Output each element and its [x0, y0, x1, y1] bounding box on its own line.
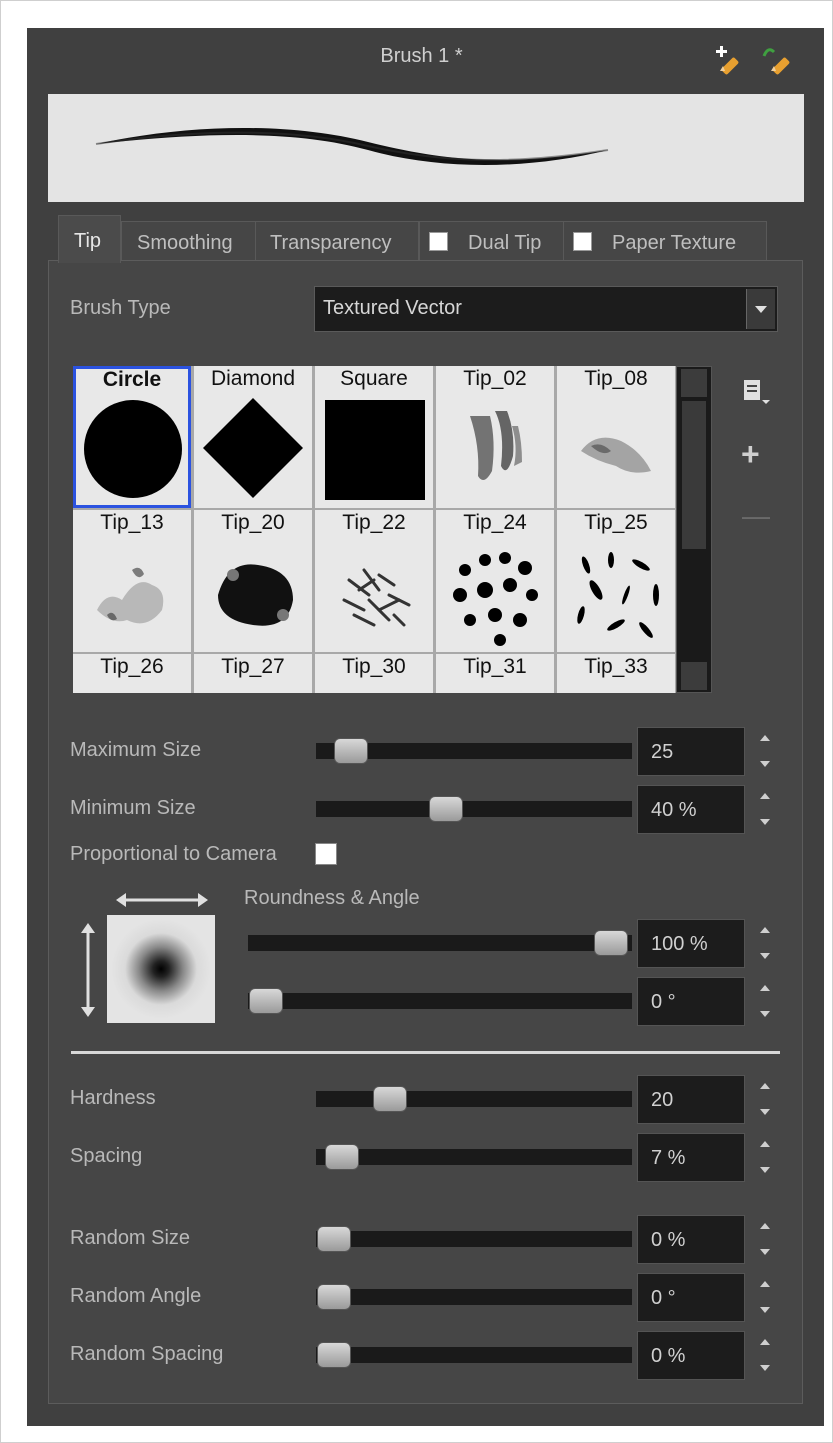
- slider-handle[interactable]: [373, 1086, 407, 1112]
- slider-handle[interactable]: [594, 930, 628, 956]
- minimum-size-stepper[interactable]: [756, 789, 774, 829]
- tip-22[interactable]: Tip_22: [315, 510, 433, 652]
- tip-menu-icon[interactable]: [742, 378, 772, 406]
- section-divider: [71, 1051, 780, 1054]
- scroll-up-arrow-icon[interactable]: [681, 369, 707, 397]
- random-angle-slider[interactable]: [316, 1284, 632, 1310]
- random-spacing-label: Random Spacing: [70, 1343, 224, 1365]
- brush-type-label: Brush Type: [70, 297, 171, 319]
- new-brush-icon[interactable]: [711, 44, 745, 78]
- horizontal-arrow-icon: [116, 891, 208, 914]
- tip-13[interactable]: Tip_13: [73, 510, 191, 652]
- roundness-stepper[interactable]: [756, 923, 774, 963]
- random-angle-stepper[interactable]: [756, 1277, 774, 1317]
- brush-type-dropdown[interactable]: Textured Vector: [314, 286, 778, 332]
- tab-transparency[interactable]: Transparency: [255, 221, 419, 261]
- tip-08[interactable]: Tip_08: [557, 366, 675, 508]
- slider-handle[interactable]: [317, 1284, 351, 1310]
- tip-diamond[interactable]: Diamond: [194, 366, 312, 508]
- tip-02[interactable]: Tip_02: [436, 366, 554, 508]
- minimum-size-slider[interactable]: [316, 796, 632, 822]
- roundness-angle-preview[interactable]: [107, 915, 215, 1023]
- roundness-slider[interactable]: [248, 930, 632, 956]
- random-size-stepper[interactable]: [756, 1219, 774, 1259]
- tab-smoothing[interactable]: Smoothing: [121, 221, 256, 261]
- random-angle-label: Random Angle: [70, 1285, 202, 1307]
- proportional-to-camera-label: Proportional to Camera: [70, 843, 277, 865]
- roundness-angle-label: Roundness & Angle: [244, 887, 420, 909]
- vertical-arrow-icon: [79, 923, 97, 1022]
- tip-33[interactable]: Tip_33: [557, 654, 675, 693]
- paper-texture-checkbox[interactable]: [573, 232, 592, 251]
- tab-paper-texture[interactable]: Paper Texture: [563, 221, 767, 261]
- tip-31[interactable]: Tip_31: [436, 654, 554, 693]
- remove-tip-button[interactable]: —: [742, 500, 770, 532]
- brush-stroke-preview: [48, 94, 804, 202]
- angle-stepper[interactable]: [756, 981, 774, 1021]
- tip-grid-scrollbar[interactable]: [676, 366, 712, 693]
- random-angle-field[interactable]: 0 °: [637, 1273, 745, 1322]
- roundness-field[interactable]: 100 %: [637, 919, 745, 968]
- slider-handle[interactable]: [317, 1342, 351, 1368]
- tip-library-grid: Circle Diamond Square Tip_02 Tip_08 Tip_…: [73, 366, 676, 693]
- random-size-label: Random Size: [70, 1227, 191, 1249]
- proportional-to-camera-checkbox[interactable]: [315, 843, 337, 865]
- new-brush-from-selection-icon[interactable]: [760, 44, 794, 78]
- slider-handle[interactable]: [429, 796, 463, 822]
- spacing-stepper[interactable]: [756, 1137, 774, 1177]
- random-spacing-field[interactable]: 0 %: [637, 1331, 745, 1380]
- spacing-field[interactable]: 7 %: [637, 1133, 745, 1182]
- maximum-size-slider[interactable]: [316, 738, 632, 764]
- tip-20[interactable]: Tip_20: [194, 510, 312, 652]
- brush-title: Brush 1 *: [380, 45, 463, 67]
- tip-26[interactable]: Tip_26: [73, 654, 191, 693]
- slider-handle[interactable]: [249, 988, 283, 1014]
- random-size-slider[interactable]: [316, 1226, 632, 1252]
- angle-slider[interactable]: [248, 988, 632, 1014]
- tip-circle[interactable]: Circle: [73, 366, 191, 508]
- minimum-size-label: Minimum Size: [70, 797, 196, 819]
- spacing-label: Spacing: [70, 1145, 143, 1167]
- maximum-size-field[interactable]: 25: [637, 727, 745, 776]
- random-size-field[interactable]: 0 %: [637, 1215, 745, 1264]
- maximum-size-label: Maximum Size: [70, 739, 202, 761]
- slider-handle[interactable]: [325, 1144, 359, 1170]
- slider-handle[interactable]: [334, 738, 368, 764]
- brush-type-value: Textured Vector: [323, 297, 462, 319]
- tip-27[interactable]: Tip_27: [194, 654, 312, 693]
- angle-field[interactable]: 0 °: [637, 977, 745, 1026]
- minimum-size-field[interactable]: 40 %: [637, 785, 745, 834]
- scroll-down-arrow-icon[interactable]: [681, 662, 707, 690]
- tip-square[interactable]: Square: [315, 366, 433, 508]
- hardness-label: Hardness: [70, 1087, 156, 1109]
- scroll-thumb[interactable]: [682, 401, 706, 549]
- random-spacing-slider[interactable]: [316, 1342, 632, 1368]
- hardness-slider[interactable]: [316, 1086, 632, 1112]
- add-tip-button[interactable]: +: [741, 436, 760, 473]
- dual-tip-checkbox[interactable]: [429, 232, 448, 251]
- maximum-size-stepper[interactable]: [756, 731, 774, 771]
- tip-24[interactable]: Tip_24: [436, 510, 554, 652]
- hardness-field[interactable]: 20: [637, 1075, 745, 1124]
- random-spacing-stepper[interactable]: [756, 1335, 774, 1375]
- slider-handle[interactable]: [317, 1226, 351, 1252]
- tip-30[interactable]: Tip_30: [315, 654, 433, 693]
- chevron-down-icon[interactable]: [746, 289, 775, 329]
- tab-dual-tip[interactable]: Dual Tip: [419, 221, 564, 261]
- hardness-stepper[interactable]: [756, 1079, 774, 1119]
- tip-25[interactable]: Tip_25: [557, 510, 675, 652]
- tab-tip[interactable]: Tip: [58, 215, 121, 263]
- spacing-slider[interactable]: [316, 1144, 632, 1170]
